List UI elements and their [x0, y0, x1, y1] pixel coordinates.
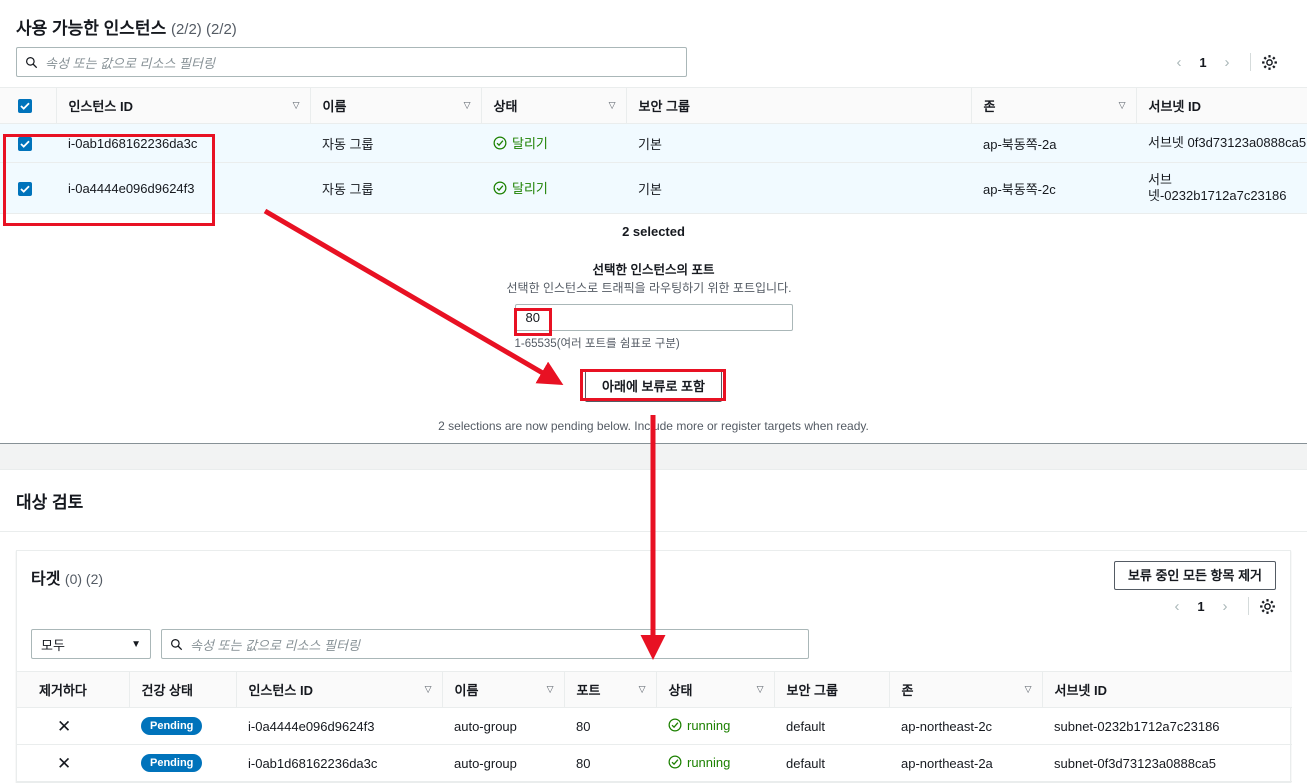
annotation-arrows [263, 208, 666, 661]
annotation-arrow-diagonal [263, 208, 564, 386]
